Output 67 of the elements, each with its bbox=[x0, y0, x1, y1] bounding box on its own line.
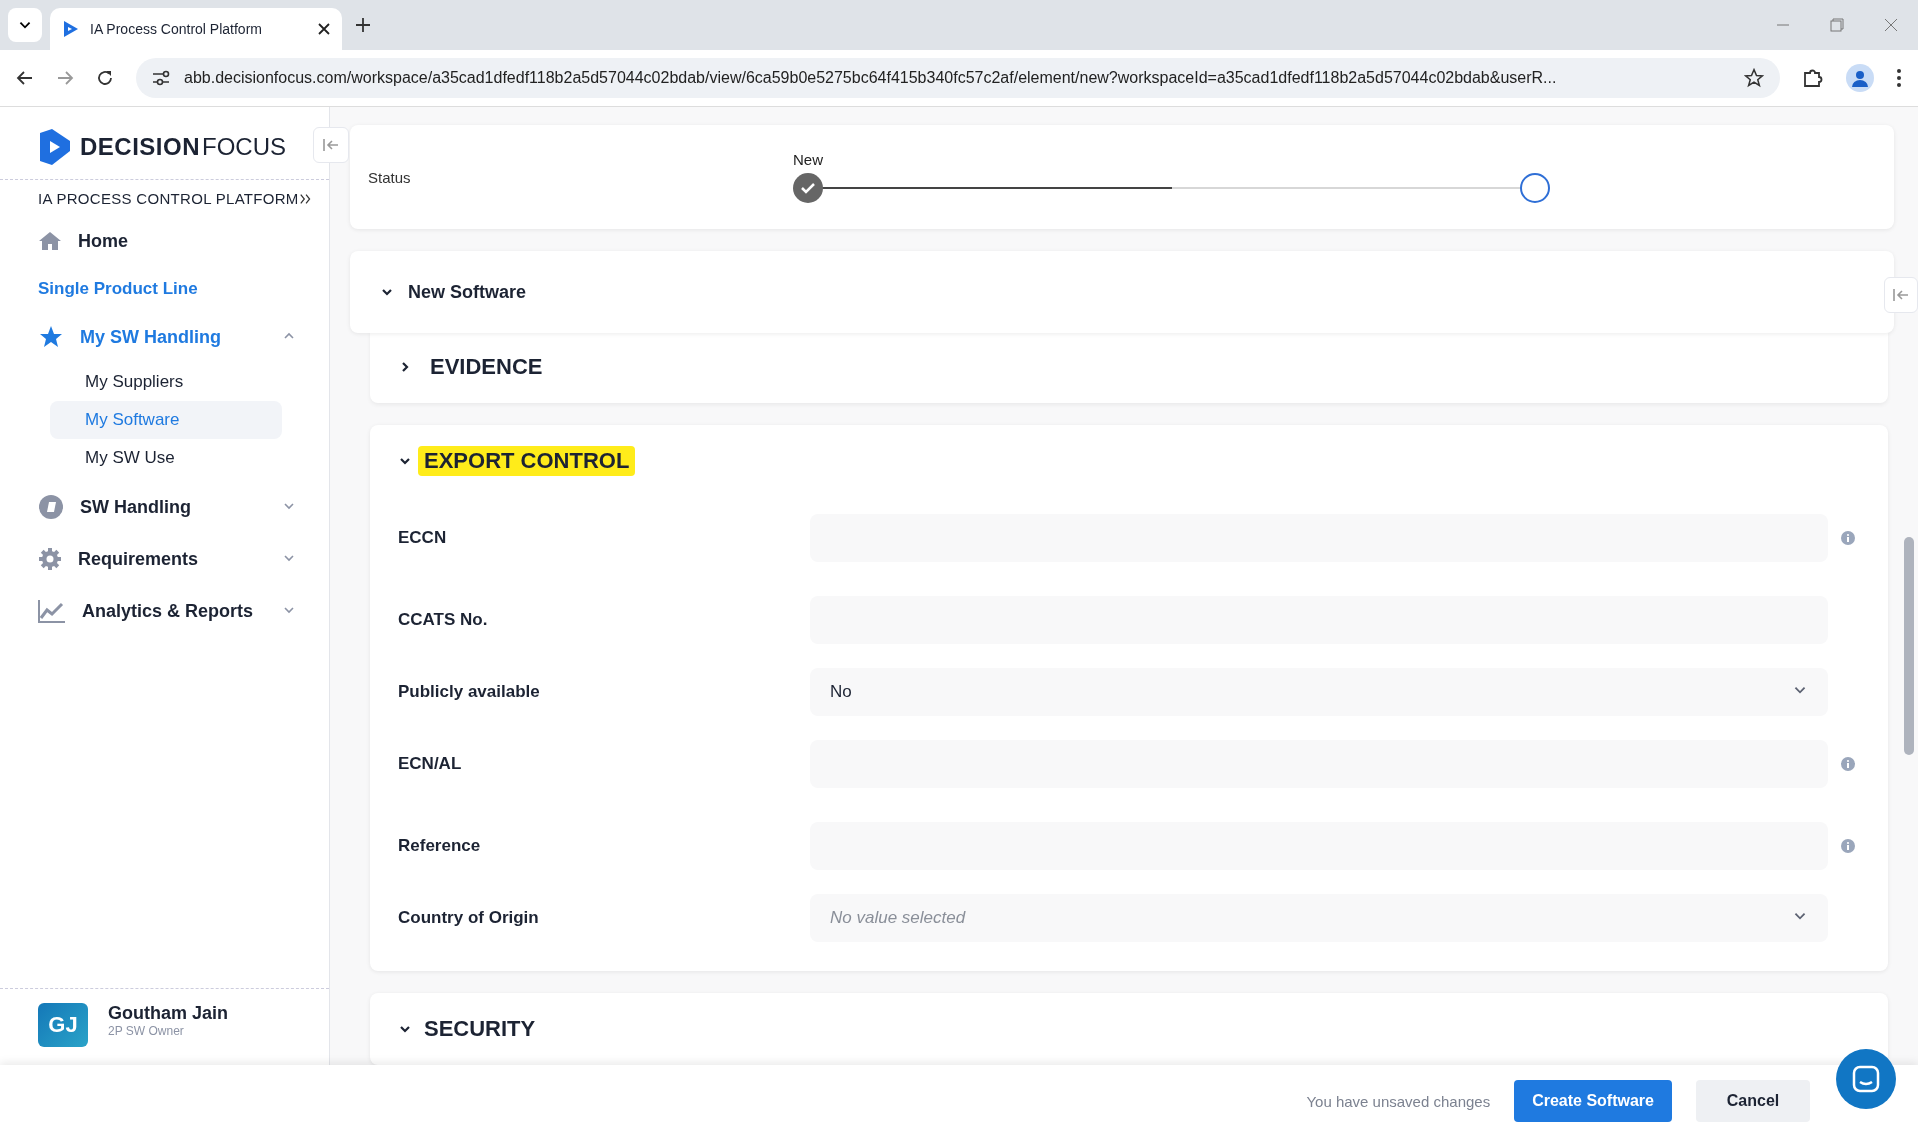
nav-item[interactable]: Home bbox=[38, 215, 298, 267]
chart-icon bbox=[38, 599, 66, 623]
section-title: EXPORT CONTROL bbox=[418, 446, 636, 476]
form-title: New Software bbox=[408, 281, 527, 303]
more-icon[interactable] bbox=[1896, 68, 1902, 88]
cancel-button[interactable]: Cancel bbox=[1696, 1080, 1810, 1122]
tab-search-button[interactable] bbox=[8, 8, 42, 42]
create-button[interactable]: Create Software bbox=[1514, 1080, 1672, 1122]
nav-subitem[interactable]: My Suppliers bbox=[50, 363, 282, 401]
nav-subitem[interactable]: My Software bbox=[50, 401, 282, 439]
logo-icon bbox=[38, 129, 72, 165]
side-panel-button[interactable] bbox=[1884, 277, 1918, 313]
new-tab-button[interactable] bbox=[356, 18, 370, 32]
nav-item[interactable]: Requirements bbox=[38, 533, 298, 585]
user-role: 2P SW Owner bbox=[108, 1024, 185, 1038]
reload-icon[interactable] bbox=[96, 69, 114, 87]
nav-item[interactable]: Analytics & Reports bbox=[38, 585, 298, 637]
scrollbar[interactable] bbox=[1904, 537, 1914, 755]
info-icon[interactable] bbox=[1841, 839, 1855, 853]
form-title-bar[interactable]: New Software bbox=[350, 251, 1894, 333]
star-icon bbox=[38, 325, 64, 349]
close-icon[interactable] bbox=[318, 23, 330, 35]
logo-text: FOCUS bbox=[202, 133, 286, 161]
profile-avatar[interactable] bbox=[1846, 64, 1874, 92]
double-chevron-icon[interactable] bbox=[298, 192, 311, 205]
collapse-sidebar-button[interactable] bbox=[313, 127, 349, 163]
select-field[interactable]: No bbox=[810, 668, 1828, 716]
arrow-left-bar-icon bbox=[323, 138, 339, 152]
field-label: Publicly available bbox=[398, 682, 541, 702]
logo-text: DECISION bbox=[80, 133, 200, 161]
bookmark-star-icon[interactable] bbox=[1744, 68, 1764, 88]
info-icon[interactable] bbox=[1841, 757, 1855, 771]
field-label: ECCN bbox=[398, 528, 448, 548]
nav-link[interactable]: Single Product Line bbox=[38, 267, 298, 311]
nav-subitem[interactable]: My SW Use bbox=[50, 439, 282, 477]
address-bar[interactable]: abb.decisionfocus.com/workspace/a35cad1dfedf118b2a5d57044c02bdab/view/6ca59b0e5275bc64f415b340fc57c2af/element/new?workspaceId=a35cad1dfedf118b2a5d57044c02bdab&userR... bbox=[136, 58, 1780, 98]
section-title: SECURITY bbox=[423, 1015, 537, 1043]
user-avatar: GJ bbox=[38, 1003, 88, 1047]
restore-icon[interactable] bbox=[1830, 18, 1844, 32]
nav-item[interactable]: SW Handling bbox=[38, 481, 298, 533]
section-header[interactable]: SECURITY bbox=[370, 993, 1888, 1065]
site-settings-icon[interactable] bbox=[152, 70, 170, 86]
section-title: EVIDENCE bbox=[429, 353, 544, 381]
chat-icon bbox=[1852, 1065, 1880, 1093]
user-name: Goutham Jain bbox=[108, 1003, 228, 1024]
field-label: Reference bbox=[398, 836, 482, 856]
section-header[interactable]: EXPORT CONTROL bbox=[370, 425, 1888, 497]
home-icon bbox=[38, 230, 62, 252]
field-label: CCATS No. bbox=[398, 610, 489, 630]
info-icon[interactable] bbox=[1841, 531, 1855, 545]
unsaved-message: You have unsaved changes bbox=[1306, 1092, 1491, 1110]
close-window-icon[interactable] bbox=[1884, 18, 1898, 32]
puzzle-icon[interactable] bbox=[1802, 67, 1824, 89]
back-icon[interactable] bbox=[16, 69, 34, 87]
step-label: New bbox=[793, 150, 824, 168]
nav-item[interactable]: My SW Handling bbox=[38, 311, 298, 363]
platform-name: IA PROCESS CONTROL PLATFORM bbox=[38, 190, 299, 207]
section-header[interactable]: EVIDENCE bbox=[370, 331, 1888, 403]
arrow-left-bar-icon bbox=[1893, 288, 1909, 302]
field-label: Country of Origin bbox=[398, 908, 540, 928]
status-label: Status bbox=[368, 168, 412, 186]
forward-icon[interactable] bbox=[56, 69, 74, 87]
browser-tab[interactable]: IA Process Control Platform bbox=[50, 8, 342, 50]
disc-icon bbox=[38, 494, 64, 520]
tab-title: IA Process Control Platform bbox=[90, 21, 263, 37]
app-logo-icon bbox=[62, 20, 80, 38]
field-label: ECN/AL bbox=[398, 754, 463, 774]
